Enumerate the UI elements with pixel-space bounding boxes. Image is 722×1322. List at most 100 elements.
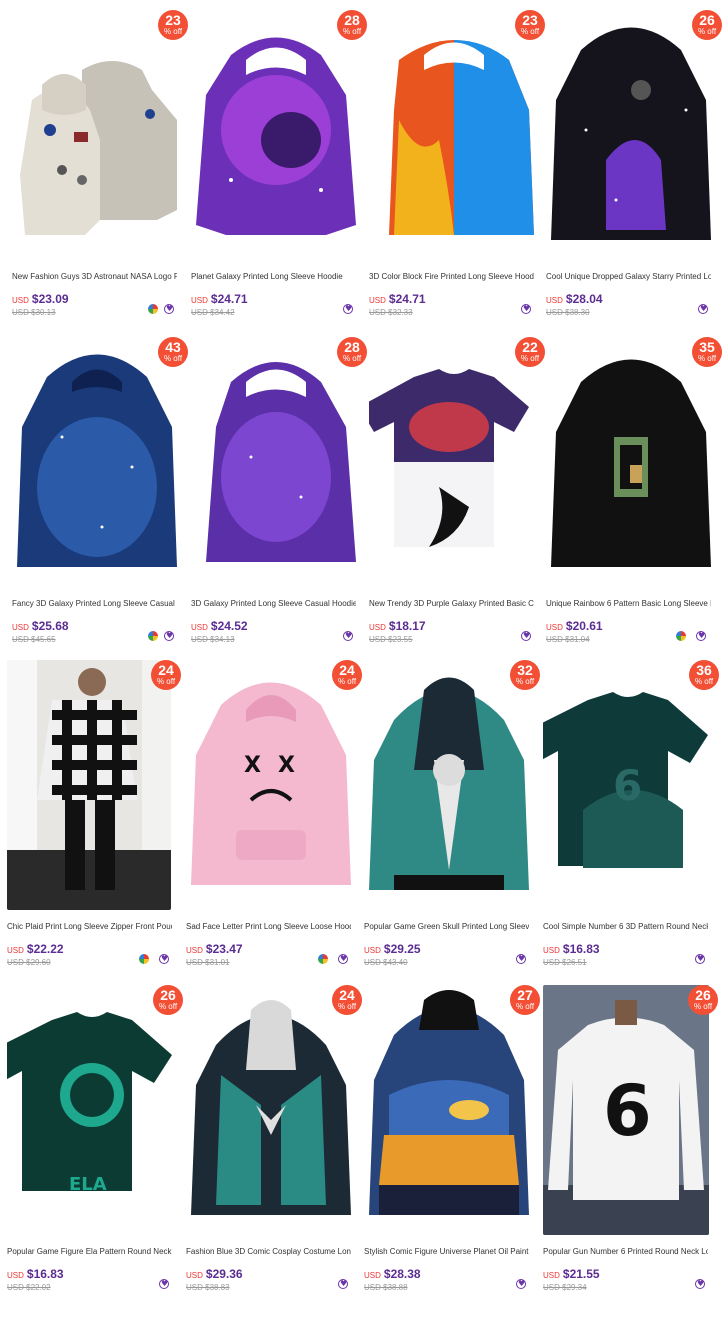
product-image[interactable] — [546, 337, 716, 587]
original-price: USD $34.13 — [191, 635, 235, 644]
favorite-heart-icon[interactable] — [516, 1279, 526, 1289]
product-name[interactable]: Chic Plaid Print Long Sleeve Zipper Fron… — [7, 922, 172, 931]
product-name[interactable]: Stylish Comic Figure Universe Planet Oil… — [364, 1247, 529, 1256]
multi-color-swatch-icon[interactable] — [148, 631, 158, 641]
svg-text:6: 6 — [603, 1070, 652, 1152]
product-image[interactable] — [546, 10, 716, 260]
svg-text:6: 6 — [613, 761, 642, 810]
favorite-heart-icon[interactable] — [159, 954, 169, 964]
product-image[interactable]: ELA — [7, 985, 177, 1235]
favorite-heart-icon[interactable] — [338, 954, 348, 964]
original-price: USD $26.51 — [543, 958, 587, 967]
product-image[interactable]: 6 — [543, 985, 709, 1235]
favorite-heart-icon[interactable] — [516, 954, 526, 964]
product-image[interactable] — [369, 337, 539, 587]
discount-badge: 32% off — [510, 660, 540, 690]
product-image[interactable] — [191, 337, 361, 587]
favorite-heart-icon[interactable] — [164, 304, 174, 314]
discount-badge: 26% off — [153, 985, 183, 1015]
original-price: USD $38.83 — [186, 1283, 230, 1292]
product-image[interactable] — [369, 10, 539, 260]
discount-badge: 28% off — [337, 10, 367, 40]
svg-text:X: X — [244, 753, 261, 778]
product-price: USD $25.68 — [12, 619, 69, 633]
discount-badge: 27% off — [510, 985, 540, 1015]
product-price: USD $24.71 — [191, 292, 248, 306]
discount-badge: 26% off — [692, 10, 722, 40]
product-name[interactable]: Sad Face Letter Print Long Sleeve Loose … — [186, 922, 351, 931]
favorite-heart-icon[interactable] — [343, 304, 353, 314]
product-name[interactable]: Popular Game Figure Ela Pattern Round Ne… — [7, 1247, 172, 1256]
product-name[interactable]: New Trendy 3D Purple Galaxy Printed Basi… — [369, 599, 534, 608]
discount-badge: 36% off — [689, 660, 719, 690]
favorite-heart-icon[interactable] — [695, 954, 705, 964]
original-price: USD $22.02 — [7, 1283, 51, 1292]
product-name[interactable]: Planet Galaxy Printed Long Sleeve Hoodie — [191, 272, 356, 281]
discount-badge: 43% off — [158, 337, 188, 367]
original-price: USD $30.13 — [12, 308, 56, 317]
discount-badge: 28% off — [337, 337, 367, 367]
product-price: USD $28.04 — [546, 292, 603, 306]
product-price: USD $29.36 — [186, 1267, 243, 1281]
product-name[interactable]: Unique Rainbow 6 Pattern Basic Long Slee… — [546, 599, 711, 608]
discount-badge: 35% off — [692, 337, 722, 367]
favorite-heart-icon[interactable] — [521, 304, 531, 314]
product-name[interactable]: 3D Galaxy Printed Long Sleeve Casual Hoo… — [191, 599, 356, 608]
discount-badge: 23% off — [158, 10, 188, 40]
product-name[interactable]: 3D Color Block Fire Printed Long Sleeve … — [369, 272, 534, 281]
product-image[interactable]: 6 — [543, 660, 713, 910]
original-price: USD $23.55 — [369, 635, 413, 644]
product-image[interactable] — [186, 985, 356, 1235]
product-price: USD $18.17 — [369, 619, 426, 633]
favorite-heart-icon[interactable] — [338, 1279, 348, 1289]
product-image[interactable] — [364, 660, 534, 910]
product-image[interactable] — [364, 985, 534, 1235]
product-name[interactable]: Fancy 3D Galaxy Printed Long Sleeve Casu… — [12, 599, 177, 608]
product-image[interactable] — [12, 10, 182, 260]
product-price: USD $23.09 — [12, 292, 69, 306]
product-image[interactable] — [191, 10, 361, 260]
product-price: USD $24.71 — [369, 292, 426, 306]
product-name[interactable]: Popular Game Green Skull Printed Long Sl… — [364, 922, 529, 931]
svg-text:X: X — [278, 753, 295, 778]
svg-text:ELA: ELA — [69, 1174, 107, 1195]
original-price: USD $31.04 — [546, 635, 590, 644]
product-price: USD $29.25 — [364, 942, 421, 956]
multi-color-swatch-icon[interactable] — [318, 954, 328, 964]
favorite-heart-icon[interactable] — [698, 304, 708, 314]
product-name[interactable]: Cool Simple Number 6 3D Pattern Round Ne… — [543, 922, 708, 931]
product-price: USD $28.38 — [364, 1267, 421, 1281]
discount-badge: 23% off — [515, 10, 545, 40]
multi-color-swatch-icon[interactable] — [148, 304, 158, 314]
multi-color-swatch-icon[interactable] — [139, 954, 149, 964]
original-price: USD $29.60 — [7, 958, 51, 967]
product-price: USD $24.52 — [191, 619, 248, 633]
product-name[interactable]: Cool Unique Dropped Galaxy Starry Printe… — [546, 272, 711, 281]
original-price: USD $31.01 — [186, 958, 230, 967]
product-name[interactable]: New Fashion Guys 3D Astronaut NASA Logo … — [12, 272, 177, 281]
original-price: USD $38.88 — [364, 1283, 408, 1292]
favorite-heart-icon[interactable] — [159, 1279, 169, 1289]
product-price: USD $22.22 — [7, 942, 64, 956]
favorite-heart-icon[interactable] — [521, 631, 531, 641]
original-price: USD $43.40 — [364, 958, 408, 967]
original-price: USD $29.34 — [543, 1283, 587, 1292]
product-image[interactable]: X X — [186, 660, 356, 910]
favorite-heart-icon[interactable] — [696, 631, 706, 641]
discount-badge: 26% off — [688, 985, 718, 1015]
product-price: USD $16.83 — [7, 1267, 64, 1281]
original-price: USD $45.65 — [12, 635, 56, 644]
discount-badge: 22% off — [515, 337, 545, 367]
favorite-heart-icon[interactable] — [695, 1279, 705, 1289]
product-image[interactable] — [12, 337, 182, 587]
product-name[interactable]: Fashion Blue 3D Comic Cosplay Costume Lo… — [186, 1247, 351, 1256]
original-price: USD $38.30 — [546, 308, 590, 317]
product-name[interactable]: Popular Gun Number 6 Printed Round Neck … — [543, 1247, 708, 1256]
original-price: USD $34.42 — [191, 308, 235, 317]
product-price: USD $21.55 — [543, 1267, 600, 1281]
favorite-heart-icon[interactable] — [164, 631, 174, 641]
multi-color-swatch-icon[interactable] — [676, 631, 686, 641]
original-price: USD $32.33 — [369, 308, 413, 317]
favorite-heart-icon[interactable] — [343, 631, 353, 641]
product-image[interactable] — [7, 660, 171, 910]
